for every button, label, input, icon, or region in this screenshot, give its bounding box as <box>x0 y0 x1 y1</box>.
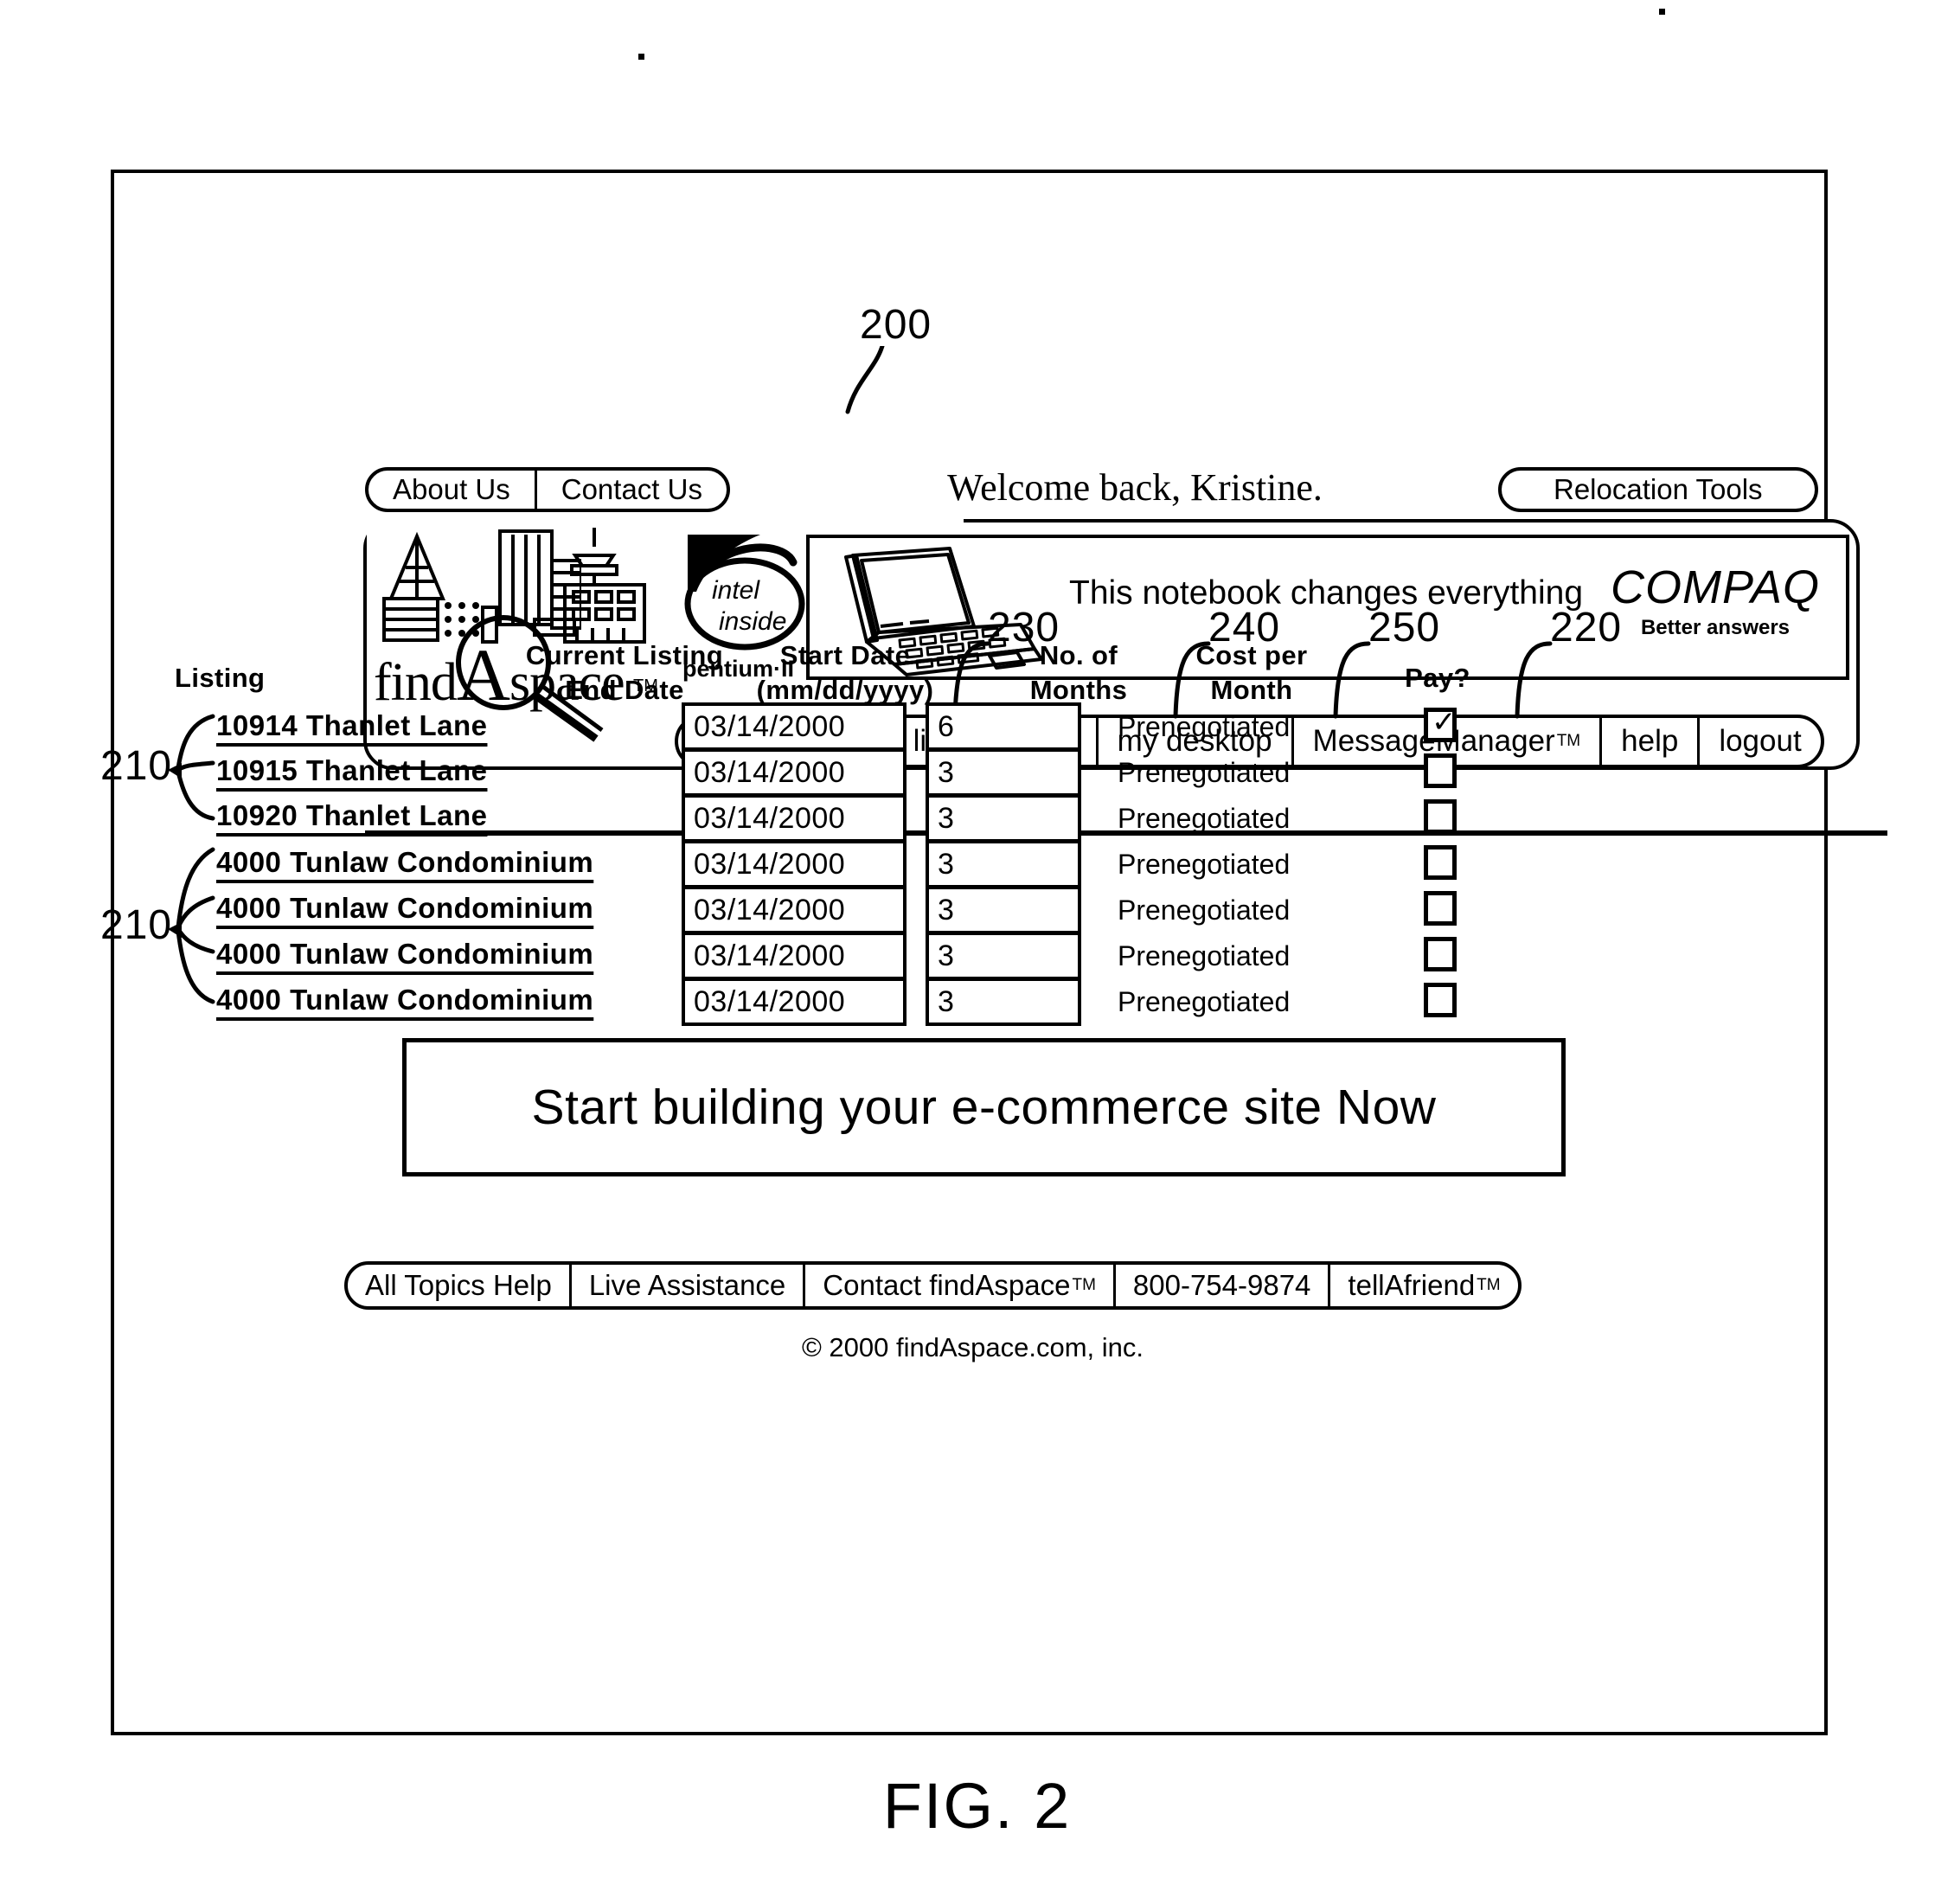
months-input[interactable]: 3 <box>926 978 1081 1026</box>
pay-checkbox[interactable] <box>1424 753 1457 788</box>
patent-figure-frame: About Us Contact Us Welcome back, Kristi… <box>100 170 1887 1735</box>
compaq-tagline: Better answers <box>1640 616 1791 639</box>
months-input[interactable]: 3 <box>926 932 1081 980</box>
pay-checkbox[interactable] <box>1424 983 1457 1017</box>
footer-link-tellafriend[interactable]: tellAfriend TM <box>1330 1265 1517 1306</box>
cost-per-month-value: Prenegotiated <box>1118 940 1291 971</box>
relocation-tools-button[interactable]: Relocation Tools <box>1498 467 1818 512</box>
link-about-us[interactable]: About Us <box>368 471 537 509</box>
months-input[interactable]: 3 <box>926 794 1081 843</box>
welcome-message: Welcome back, Kristine. <box>947 466 1323 509</box>
ref-number-250: 250 <box>1368 605 1441 651</box>
footer-link-live-assistance[interactable]: Live Assistance <box>572 1265 806 1306</box>
cost-per-month-value: Prenegotiated <box>1118 894 1291 926</box>
pay-checkbox[interactable] <box>1424 845 1457 880</box>
listing-link[interactable]: 4000 Tunlaw Condominium <box>216 938 593 971</box>
svg-text:intel: intel <box>712 576 760 605</box>
column-header-start-date: Start Date (mm/dd/yyyy) <box>756 640 934 705</box>
cost-per-month-value: Prenegotiated <box>1118 757 1291 788</box>
footer-tm: TM <box>1477 1276 1501 1294</box>
ref-brace-210-group1 <box>168 714 215 821</box>
listing-link[interactable]: 10920 Thanlet Lane <box>216 799 487 832</box>
months-input[interactable]: 3 <box>926 886 1081 934</box>
ad-tagline: This notebook changes everything <box>1069 574 1584 612</box>
ref-number-200: 200 <box>860 302 932 348</box>
start-date-input[interactable]: 03/14/2000 <box>682 748 907 797</box>
scan-speck <box>1659 9 1665 15</box>
pay-checkbox[interactable] <box>1424 799 1457 834</box>
promo-banner[interactable]: Start building your e-commerce site Now <box>402 1038 1566 1176</box>
column-header-pay: Pay? <box>1405 663 1470 693</box>
ref-number-210-group2: 210 <box>100 902 173 948</box>
relocation-tools-label[interactable]: Relocation Tools <box>1502 471 1815 509</box>
footer-nav[interactable]: All Topics Help Live Assistance Contact … <box>344 1261 1522 1310</box>
cost-per-month-value: Prenegotiated <box>1118 803 1291 834</box>
link-contact-us[interactable]: Contact Us <box>537 471 727 509</box>
listing-link[interactable]: 4000 Tunlaw Condominium <box>216 846 593 879</box>
top-links-nav[interactable]: About Us Contact Us <box>365 467 730 512</box>
listing-link[interactable]: 10915 Thanlet Lane <box>216 754 487 787</box>
ref-number-220: 220 <box>1550 605 1623 651</box>
start-date-input[interactable]: 03/14/2000 <box>682 886 907 934</box>
start-date-input[interactable]: 03/14/2000 <box>682 794 907 843</box>
svg-text:inside: inside <box>719 607 786 636</box>
nav-tm: TM <box>1556 732 1581 750</box>
start-date-input[interactable]: 03/14/2000 <box>682 702 907 751</box>
start-date-input[interactable]: 03/14/2000 <box>682 978 907 1026</box>
start-date-input[interactable]: 03/14/2000 <box>682 932 907 980</box>
nav-item-logout[interactable]: logout <box>1700 718 1820 765</box>
nav-item-help[interactable]: help <box>1602 718 1701 765</box>
footer-link-phone[interactable]: 800-754-9874 <box>1116 1265 1331 1306</box>
months-input[interactable]: 3 <box>926 748 1081 797</box>
pay-checkbox[interactable] <box>1424 937 1457 971</box>
cost-per-month-value: Prenegotiated <box>1118 849 1291 880</box>
listing-link[interactable]: 10914 Thanlet Lane <box>216 709 487 742</box>
listing-link[interactable]: 4000 Tunlaw Condominium <box>216 892 593 925</box>
cost-per-month-value: Prenegotiated <box>1118 711 1291 742</box>
column-header-cost: Cost per Month <box>1195 640 1308 705</box>
months-input[interactable]: 6 <box>926 702 1081 751</box>
compaq-logo: COMPAQ Better answers <box>1611 561 1820 640</box>
ref-number-210-group1: 210 <box>100 743 173 789</box>
cost-per-month-value: Prenegotiated <box>1118 986 1291 1017</box>
footer-tm: TM <box>1072 1276 1096 1294</box>
listing-link[interactable]: 4000 Tunlaw Condominium <box>216 984 593 1016</box>
pay-checkbox[interactable]: ✓ <box>1424 708 1457 742</box>
checkmark-icon: ✓ <box>1432 705 1457 740</box>
column-header-listing: Listing <box>175 663 266 693</box>
start-date-input[interactable]: 03/14/2000 <box>682 840 907 888</box>
footer-link-all-topics-help[interactable]: All Topics Help <box>348 1265 572 1306</box>
months-input[interactable]: 3 <box>926 840 1081 888</box>
ref-brace-210-group2 <box>168 847 215 1004</box>
ref-leader-200 <box>845 346 885 414</box>
copyright-notice: © 2000 findAspace.com, inc. <box>801 1332 1144 1362</box>
scan-speck <box>638 54 644 60</box>
compaq-wordmark: COMPAQ <box>1610 561 1820 613</box>
footer-link-contact-findaspace[interactable]: Contact findAspace TM <box>805 1265 1116 1306</box>
figure-caption: FIG. 2 <box>882 1770 1072 1842</box>
pay-checkbox[interactable] <box>1424 891 1457 926</box>
